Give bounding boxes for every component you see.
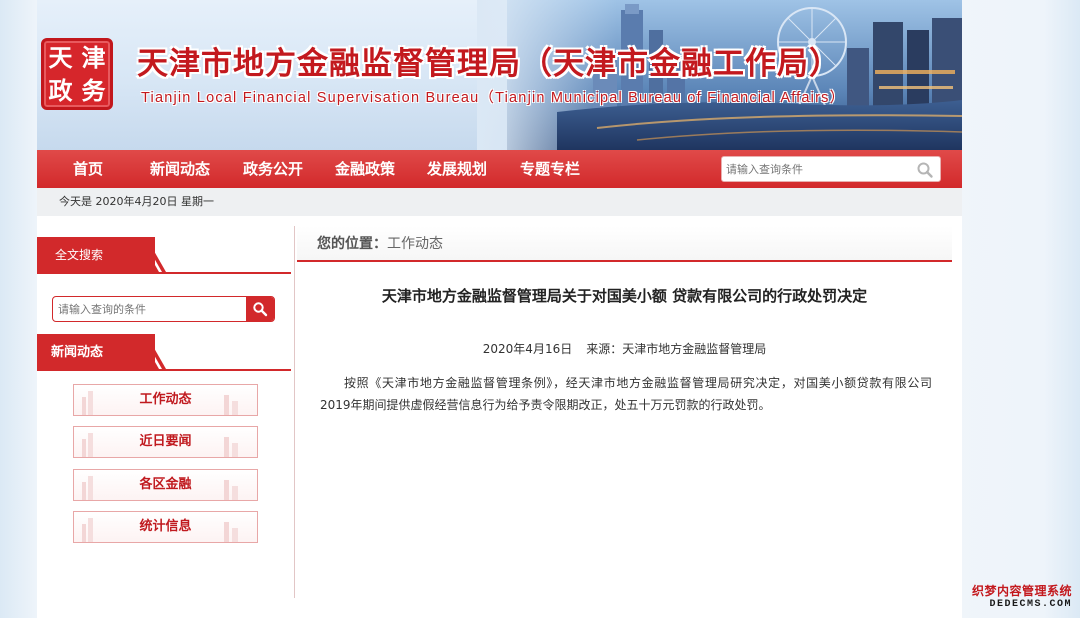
site-subtitle: Tianjin Local Financial Supervisation Bu… [141,90,846,106]
nav-item-gov-affairs[interactable]: 政务公开 [243,150,303,188]
stripes-decoration-icon [127,334,166,369]
sidebar-search-button[interactable] [246,297,274,321]
search-icon[interactable] [916,161,934,179]
stripes-decoration-icon [127,237,166,272]
header-banner: 天 津 政 务 天津市地方金融监督管理局（天津市金融工作局） Tianjin L… [37,0,962,150]
nav-item-special-topics[interactable]: 专题专栏 [520,150,580,188]
main-nav: 首页 新闻动态 政务公开 金融政策 发展规划 专题专栏 [37,150,962,188]
search-icon [253,302,268,317]
nav-item-finance-policy[interactable]: 金融政策 [335,150,395,188]
article-body: 按照《天津市地方金融监督管理条例》，经天津市地方金融监督管理局研究决定，对国美小… [320,376,932,412]
sidebar-news-header: 新闻动态 [37,334,291,371]
sidebar-link-district-finance[interactable]: 各区金融 [73,469,258,501]
logo-seal: 天 津 政 务 [41,38,113,110]
breadcrumb-label: 您的位置： [317,236,387,252]
nav-item-news[interactable]: 新闻动态 [150,150,210,188]
article-date: 2020年4月16日 [482,342,573,356]
sidebar-link-statistics[interactable]: 统计信息 [73,511,258,543]
nav-search-input[interactable] [726,157,906,181]
sidebar-search-box [52,296,275,322]
watermark: 织梦内容管理系统 DEDECMS.COM [972,582,1072,610]
watermark-line2: DEDECMS.COM [989,599,1072,610]
nav-item-home[interactable]: 首页 [73,150,103,188]
sidebar-search-input[interactable] [58,297,243,321]
sidebar-search-header: 全文搜索 [37,237,291,274]
sidebar-link-work-news[interactable]: 工作动态 [73,384,258,416]
nav-item-dev-planning[interactable]: 发展规划 [427,150,487,188]
article-source: 来源：天津市地方金融监督管理局 [586,342,767,356]
site-title: 天津市地方金融监督管理局（天津市金融工作局） [137,46,841,82]
date-bar: 今天是 2020年4月20日 星期一 [37,188,962,216]
breadcrumb-current[interactable]: 工作动态 [387,236,443,252]
article-title: 天津市地方金融监督管理局关于对国美小额 贷款有限公司的行政处罚决定 [381,287,868,305]
nav-search-box [721,156,941,182]
sidebar-link-recent-news[interactable]: 近日要闻 [73,426,258,458]
article-meta: 2020年4月16日 来源：天津市地方金融监督管理局 [297,340,952,357]
breadcrumb: 您的位置：工作动态 [297,226,952,262]
column-divider [294,226,295,598]
page: 天 津 政 务 天津市地方金融监督管理局（天津市金融工作局） Tianjin L… [37,0,962,618]
watermark-line1: 织梦内容管理系统 [971,584,1072,598]
